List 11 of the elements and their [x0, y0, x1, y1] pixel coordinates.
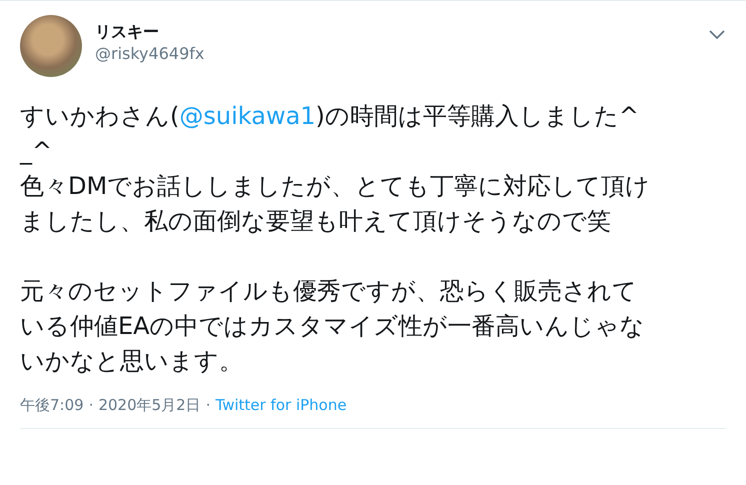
separator-dot: · [88, 395, 94, 415]
tweet-paragraph: 元々のセットファイルも優秀ですが、恐らく販売されている仲値EAの中ではカスタマイズ性が一番高いんじゃないかなと思います。 [20, 276, 646, 377]
tweet-date[interactable]: 2020年5月2日 [98, 395, 201, 415]
mention-link[interactable]: @suikawa1 [179, 102, 316, 130]
tweet-paragraph: すいかわさん(@suikawa1)の時間は平等購入しました^_^ 色々DMでお話ししましたが、とても丁寧に対応して頂けましたし、私の面倒な要望も叶えて頂けそうなので笑 [20, 101, 651, 237]
author-name[interactable]: リスキー [95, 21, 695, 43]
separator-dot: · [206, 395, 211, 415]
tweet-time[interactable]: 午後7:09 [20, 395, 84, 415]
source-link[interactable]: Twitter for iPhone [216, 395, 347, 415]
chevron-down-icon[interactable] [708, 29, 726, 41]
author-handle[interactable]: @risky4649fx [95, 43, 695, 65]
